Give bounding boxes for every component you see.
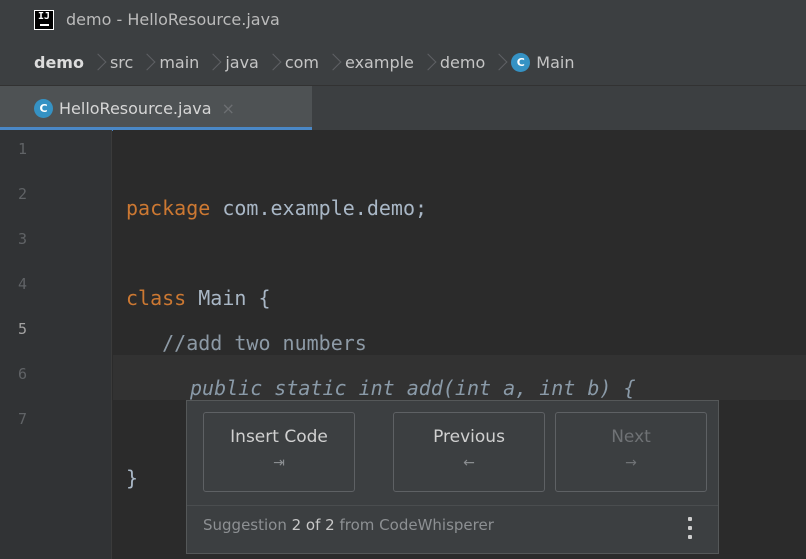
breadcrumb-main-label: Main	[536, 53, 575, 72]
breadcrumb-item-example[interactable]: example	[345, 53, 414, 72]
line-number: 2	[18, 185, 28, 203]
chevron-right-icon	[491, 52, 505, 74]
editor-tab-bar: C HelloResource.java ×	[0, 85, 806, 131]
tab-key-icon: ⇥	[273, 455, 285, 471]
breadcrumb-item-main-class[interactable]: C Main	[511, 53, 574, 72]
intellij-logo-icon: IJ	[34, 10, 54, 30]
chevron-right-icon	[205, 52, 219, 74]
line-number: 7	[18, 410, 28, 428]
breadcrumb-item-java[interactable]: java	[225, 53, 259, 72]
tab-label: HelloResource.java	[59, 99, 212, 118]
chevron-right-icon	[139, 52, 153, 74]
line-number-gutter: 1 2 3 4 5 6 7	[0, 130, 112, 559]
status-prefix: Suggestion	[203, 516, 292, 534]
codewhisperer-suggestion-popup: Insert Code ⇥ Previous ← Next → Suggesti…	[186, 400, 719, 554]
tab-helloresource-java[interactable]: C HelloResource.java ×	[0, 86, 312, 131]
code-line-4-comment: //add two numbers	[126, 331, 367, 355]
keyword-class: class	[126, 286, 187, 310]
close-icon[interactable]: ×	[222, 99, 235, 118]
more-options-icon[interactable]	[688, 517, 692, 539]
breadcrumb-item-src[interactable]: src	[110, 53, 133, 72]
line-number: 1	[18, 140, 28, 158]
insert-code-label: Insert Code	[230, 427, 328, 447]
insert-code-button[interactable]: Insert Code ⇥	[203, 412, 355, 492]
class-icon: C	[34, 99, 53, 118]
chevron-right-icon	[90, 52, 104, 74]
next-button[interactable]: Next →	[555, 412, 707, 492]
status-suffix: from CodeWhisperer	[334, 516, 494, 534]
popup-divider	[187, 505, 718, 506]
code-line-7: }	[126, 466, 139, 490]
breadcrumb-item-main[interactable]: main	[159, 53, 199, 72]
package-name: com.example.demo;	[210, 196, 428, 220]
window-title-row: IJ demo - HelloResource.java	[0, 0, 806, 40]
chevron-right-icon	[325, 52, 339, 74]
line-number: 3	[18, 230, 28, 248]
code-line-1: package com.example.demo;	[126, 193, 427, 223]
previous-button[interactable]: Previous ←	[393, 412, 545, 492]
next-label: Next	[611, 427, 651, 447]
arrow-left-icon: ←	[463, 455, 475, 471]
previous-label: Previous	[433, 427, 505, 447]
arrow-right-icon: →	[625, 455, 637, 471]
logo-text: IJ	[37, 11, 51, 22]
line-number: 4	[18, 275, 28, 293]
line-number: 6	[18, 365, 28, 383]
suggestion-status: Suggestion 2 of 2 from CodeWhisperer	[203, 516, 494, 534]
status-count: 2 of 2	[291, 516, 335, 534]
line-number-current: 5	[18, 320, 28, 338]
breadcrumb: demo src main java com example demo C Ma…	[0, 40, 806, 85]
breadcrumb-item-demo-project[interactable]: demo	[34, 53, 84, 72]
code-line-5-suggestion: public static int add(int a, int b) {	[190, 376, 636, 400]
class-declaration: Main {	[186, 286, 271, 310]
breadcrumb-item-demo-package[interactable]: demo	[440, 53, 485, 72]
class-icon: C	[511, 53, 531, 72]
title-bar: IJ demo - HelloResource.java demo src ma…	[0, 0, 806, 85]
code-line-3: class Main {	[126, 283, 271, 313]
breadcrumb-item-com[interactable]: com	[285, 53, 319, 72]
window-title: demo - HelloResource.java	[66, 10, 280, 29]
keyword-package: package	[126, 196, 211, 220]
chevron-right-icon	[420, 52, 434, 74]
chevron-right-icon	[265, 52, 279, 74]
